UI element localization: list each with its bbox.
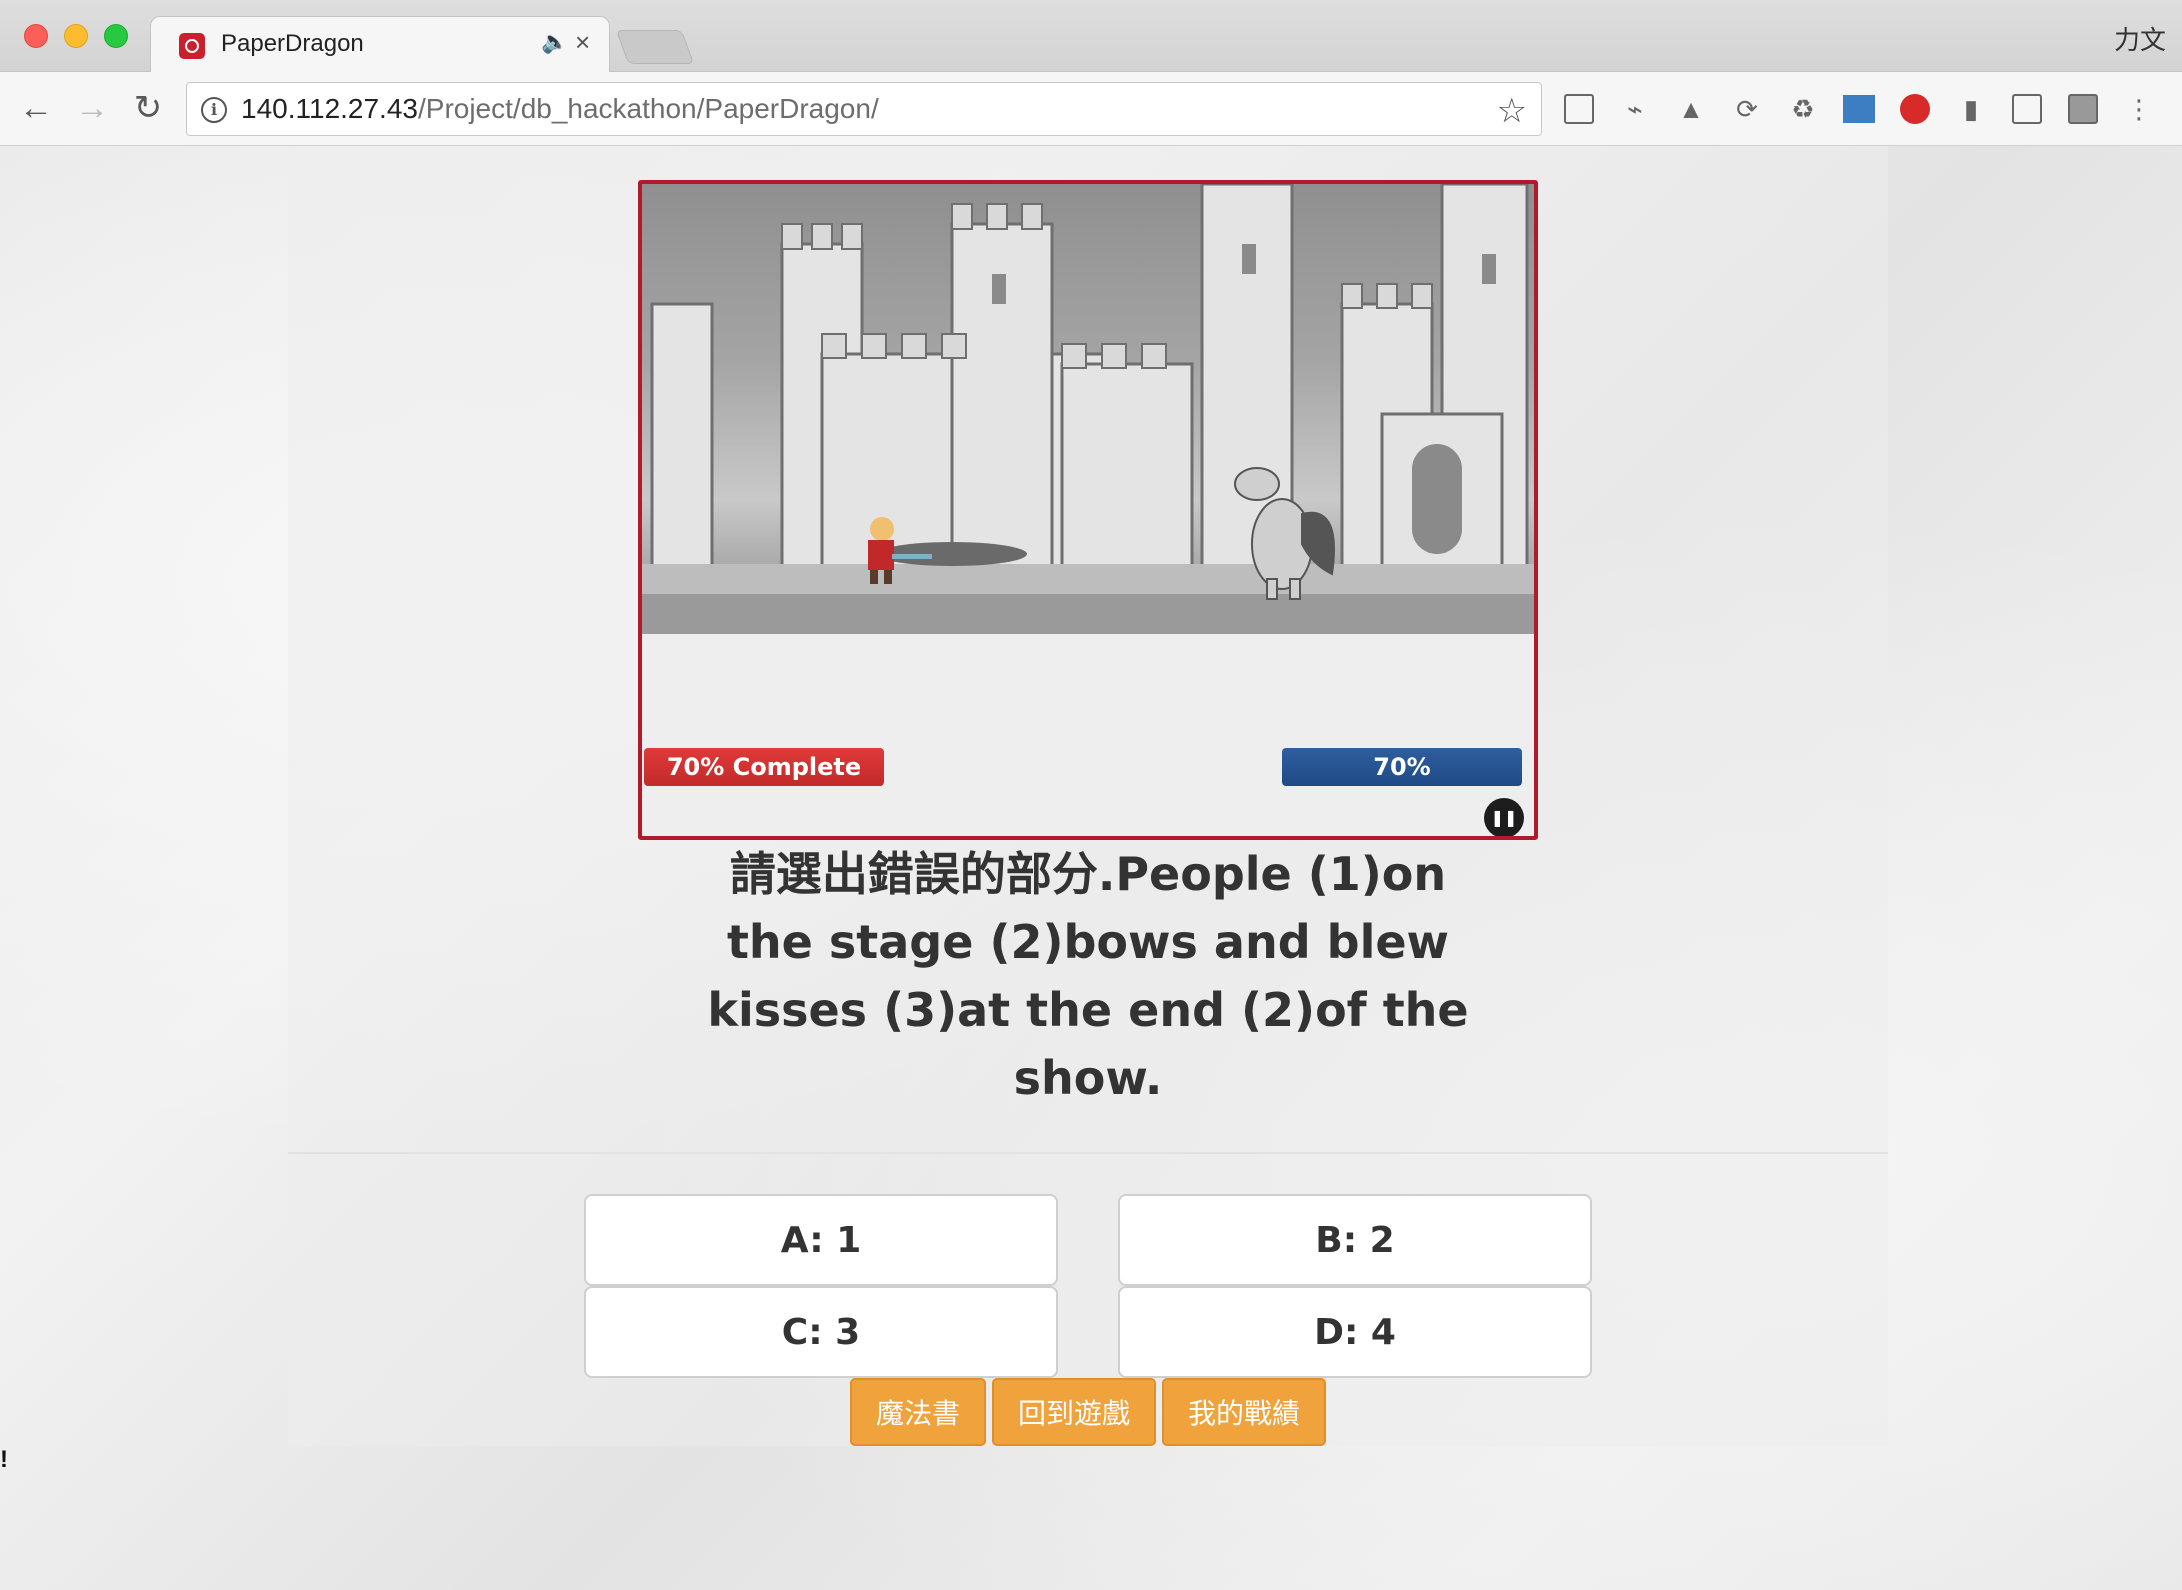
divider: [288, 1152, 1888, 1154]
sync-icon[interactable]: ⟳: [1730, 92, 1764, 126]
game-scene[interactable]: [642, 184, 1534, 634]
paperdragon-favicon-icon: [179, 33, 205, 59]
castle-background: [642, 184, 1534, 634]
counter-icon[interactable]: [2066, 92, 2100, 126]
maximize-window-button[interactable]: [104, 24, 128, 48]
bookmark-star-icon[interactable]: ☆: [1497, 91, 1527, 131]
back-button[interactable]: ←: [16, 88, 56, 128]
progress-bar: 70% Complete: [644, 748, 884, 786]
answer-button-a[interactable]: A: 1: [584, 1194, 1058, 1286]
close-window-button[interactable]: [24, 24, 48, 48]
tab-paperdragon[interactable]: PaperDragon 🔈 ×: [150, 16, 610, 74]
forward-button[interactable]: →: [72, 88, 112, 128]
reader-icon[interactable]: [1562, 92, 1596, 126]
reload-button[interactable]: ↻: [128, 88, 168, 128]
answer-button-d[interactable]: D: 4: [1118, 1286, 1592, 1378]
browser-toolbar: ← → ↻ i 140.112.27.43/Project/db_hackath…: [0, 72, 2182, 146]
url-host: 140.112.27.43: [241, 93, 418, 124]
tab-title: PaperDragon: [221, 30, 364, 57]
new-tab-button[interactable]: [615, 30, 695, 64]
profile-label[interactable]: 力文: [2114, 20, 2166, 57]
cast-icon[interactable]: ⌁: [1618, 92, 1652, 126]
screenshot-icon[interactable]: [2010, 92, 2044, 126]
answer-button-b[interactable]: B: 2: [1118, 1194, 1592, 1286]
pin-icon[interactable]: ▮: [1954, 92, 1988, 126]
recycle-icon[interactable]: ♻: [1786, 92, 1820, 126]
drive-icon[interactable]: ▲: [1674, 92, 1708, 126]
browser-window: PaperDragon 🔈 × 力文 ← → ↻ i 140.112.27.43…: [0, 0, 2182, 1590]
spellbook-button[interactable]: 魔法書: [850, 1378, 986, 1446]
block-icon[interactable]: [1898, 92, 1932, 126]
tab-close-icon[interactable]: ×: [575, 27, 590, 58]
question-text: 請選出錯誤的部分.People (1)on the stage (2)bows …: [707, 847, 1469, 1105]
tab-bar: PaperDragon 🔈 × 力文: [0, 0, 2182, 74]
menu-icon[interactable]: ⋮: [2122, 92, 2156, 126]
minimize-window-button[interactable]: [64, 24, 88, 48]
answer-button-c[interactable]: C: 3: [584, 1286, 1058, 1378]
game-frame[interactable]: 70% Complete 70% ❚❚: [638, 180, 1538, 840]
speaker-icon[interactable]: 🔈: [541, 29, 568, 55]
info-icon[interactable]: i: [201, 97, 227, 123]
address-bar[interactable]: i 140.112.27.43/Project/db_hackathon/Pap…: [186, 82, 1542, 136]
url-text[interactable]: 140.112.27.43/Project/db_hackathon/Paper…: [241, 93, 879, 125]
back-to-game-button[interactable]: 回到遊戲: [992, 1378, 1156, 1446]
health-bar: 70%: [1282, 748, 1522, 786]
stray-text: !: [0, 1446, 8, 1473]
my-record-button[interactable]: 我的戰績: [1162, 1378, 1326, 1446]
pause-button[interactable]: ❚❚: [1484, 798, 1524, 836]
metro-icon[interactable]: [1842, 92, 1876, 126]
page-background: 70% Complete 70% ❚❚ 請選出錯誤的部分.People (1)o…: [0, 146, 2182, 1590]
url-path: /Project/db_hackathon/PaperDragon/: [417, 93, 879, 124]
